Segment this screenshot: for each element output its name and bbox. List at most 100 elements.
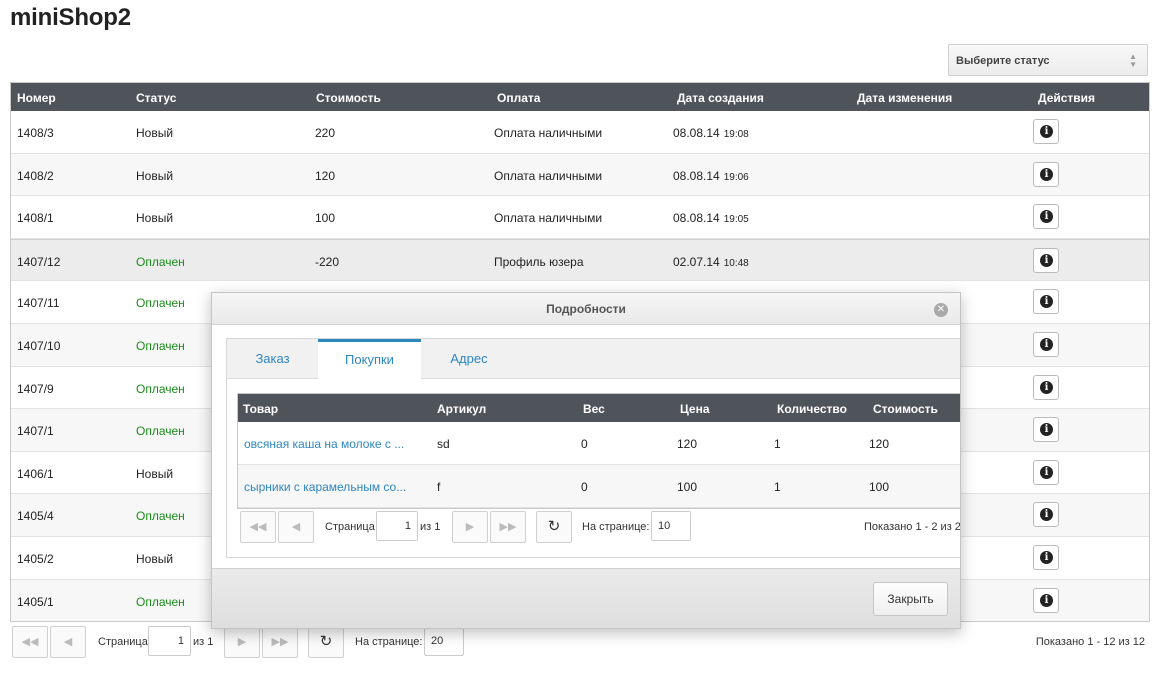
close-button[interactable]: Закрыть <box>873 582 948 616</box>
item-weight: 0 <box>581 480 588 494</box>
order-cost: 120 <box>315 168 336 183</box>
next-page-icon: ▶ <box>465 521 475 533</box>
select-arrows-icon: ▲ ▼ <box>1129 52 1137 69</box>
order-info-button[interactable]: i <box>1033 204 1059 230</box>
order-info-button[interactable]: i <box>1033 247 1059 273</box>
info-icon: i <box>1040 380 1053 394</box>
order-info-button[interactable]: i <box>1033 331 1059 357</box>
col-payment[interactable]: Оплата <box>497 91 540 105</box>
col-status[interactable]: Статус <box>136 91 176 105</box>
purchases-page-input[interactable]: 1 <box>376 511 418 541</box>
order-payment: Оплата наличными <box>494 168 603 183</box>
item-name[interactable]: сырники с карамельным со... <box>244 480 406 494</box>
table-row[interactable]: 1408/2 Новый 120 Оплата наличными 08.08.14 19… <box>11 153 1149 197</box>
col-weight[interactable]: Вес <box>583 402 605 416</box>
purchases-pager: ◀◀ ◀ Страница 1 из 1 ▶ ▶▶ ↻ На странице:… <box>240 511 961 543</box>
order-number: 1407/9 <box>17 381 54 396</box>
order-info-button[interactable]: i <box>1033 587 1059 613</box>
order-number: 1407/10 <box>17 338 61 353</box>
info-icon: i <box>1040 167 1053 181</box>
order-info-button[interactable]: i <box>1033 502 1059 528</box>
info-icon: i <box>1040 508 1053 522</box>
purchases-refresh-button[interactable]: ↻ <box>536 511 572 543</box>
order-created-date: 08.08.14 19:08 <box>673 126 749 140</box>
modal-tabs-panel: Заказ Покупки Адрес Товар Артикул Вес Це… <box>226 338 961 558</box>
order-info-button[interactable]: i <box>1033 119 1059 144</box>
order-info-button[interactable]: i <box>1033 374 1059 400</box>
tab-purchases[interactable]: Покупки <box>318 339 421 380</box>
first-page-icon: ◀◀ <box>249 521 267 533</box>
col-price[interactable]: Цена <box>680 402 710 416</box>
col-item-cost[interactable]: Стоимость <box>873 402 938 416</box>
order-info-button[interactable]: i <box>1033 544 1059 570</box>
purchases-grid-header: Товар Артикул Вес Цена Количество Стоимо… <box>238 394 960 422</box>
page-input[interactable]: 1 <box>148 626 191 656</box>
purchases-pager-summary: Показано 1 - 2 из 2 <box>864 521 961 533</box>
order-created-day: 08.08.14 <box>673 168 720 183</box>
order-number: 1405/4 <box>17 509 54 524</box>
order-info-button[interactable]: i <box>1033 289 1059 315</box>
order-status: Оплачен <box>136 594 185 609</box>
purchases-per-page-input[interactable]: 10 <box>651 511 691 541</box>
app-title: miniShop2 <box>10 4 131 31</box>
table-row[interactable]: 1408/1 Новый 100 Оплата наличными 08.08.14 19… <box>11 196 1149 239</box>
info-icon: i <box>1040 423 1053 437</box>
order-status: Оплачен <box>136 509 185 524</box>
table-row[interactable]: сырники с карамельным со... f 0 100 1 100 <box>238 465 960 508</box>
col-updated[interactable]: Дата изменения <box>857 91 952 105</box>
order-status: Оплачен <box>136 296 185 311</box>
order-payment: Оплата наличными <box>494 211 603 226</box>
col-cost[interactable]: Стоимость <box>316 91 381 105</box>
order-status: Оплачен <box>136 424 185 439</box>
purchases-next-page-button[interactable]: ▶ <box>452 511 488 543</box>
order-info-button[interactable]: i <box>1033 417 1059 443</box>
modal-close-icon[interactable]: ✕ <box>934 303 948 317</box>
order-number: 1408/3 <box>17 126 54 140</box>
col-number[interactable]: Номер <box>17 91 56 105</box>
order-status: Оплачен <box>136 338 185 353</box>
purchases-page-label: Страница <box>325 521 375 533</box>
next-page-icon: ▶ <box>237 636 247 648</box>
order-number: 1407/1 <box>17 424 54 439</box>
order-created-date: 08.08.14 19:05 <box>673 211 749 225</box>
col-sku[interactable]: Артикул <box>437 402 486 416</box>
refresh-icon: ↻ <box>547 518 561 535</box>
order-info-button[interactable]: i <box>1033 161 1059 187</box>
table-row[interactable]: овсяная каша на молоке с ... sd 0 120 1 120 <box>238 422 960 465</box>
last-page-icon: ▶▶ <box>499 521 517 533</box>
order-status: Оплачен <box>136 254 185 269</box>
col-quantity[interactable]: Количество <box>777 402 847 416</box>
item-name[interactable]: овсяная каша на молоке с ... <box>244 437 404 451</box>
order-number: 1406/1 <box>17 466 54 481</box>
info-icon: i <box>1040 253 1053 267</box>
table-row[interactable]: 1407/12 Оплачен -220 Профиль юзера 02.07.14 1… <box>11 238 1149 282</box>
per-page-input[interactable]: 20 <box>424 626 464 656</box>
order-info-button[interactable]: i <box>1033 459 1059 485</box>
info-icon: i <box>1040 465 1053 479</box>
tab-order[interactable]: Заказ <box>227 339 318 379</box>
last-page-button[interactable]: ▶▶ <box>262 626 298 658</box>
first-page-button[interactable]: ◀◀ <box>12 626 48 658</box>
prev-page-button[interactable]: ◀ <box>50 626 86 658</box>
refresh-button[interactable]: ↻ <box>308 626 344 658</box>
per-page-label: На странице: <box>355 636 423 648</box>
order-cost: 100 <box>315 211 336 226</box>
next-page-button[interactable]: ▶ <box>224 626 260 658</box>
item-quantity: 1 <box>774 480 781 494</box>
item-price: 100 <box>677 480 698 494</box>
order-status: Оплачен <box>136 381 185 396</box>
tab-address[interactable]: Адрес <box>421 339 517 379</box>
order-created-time: 19:06 <box>723 171 749 183</box>
item-quantity: 1 <box>774 437 781 451</box>
table-row[interactable]: 1408/3 Новый 220 Оплата наличными 08.08.14 19… <box>11 111 1149 154</box>
prev-page-icon: ◀ <box>63 636 73 648</box>
col-created[interactable]: Дата создания <box>677 91 764 105</box>
pager-summary: Показано 1 - 12 из 12 <box>1035 636 1145 648</box>
info-icon: i <box>1040 337 1053 351</box>
order-created-time: 19:08 <box>723 129 749 140</box>
purchases-last-page-button[interactable]: ▶▶ <box>490 511 526 543</box>
status-filter-select[interactable]: Выберите статус ▲ ▼ <box>948 44 1148 76</box>
purchases-prev-page-button[interactable]: ◀ <box>278 511 314 543</box>
col-product[interactable]: Товар <box>243 402 278 416</box>
purchases-first-page-button[interactable]: ◀◀ <box>240 511 276 543</box>
